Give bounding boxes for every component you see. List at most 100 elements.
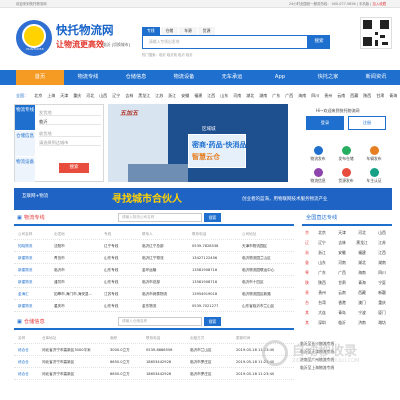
table-row[interactable]: 综合仓 河北省济宁市高新区3000平米 3000.0立方 0539-8686556 临沂…: [14, 344, 294, 356]
region-link[interactable]: 台湾: [312, 298, 332, 308]
city-link[interactable]: 江西: [207, 93, 215, 98]
city-link[interactable]: 上海: [47, 93, 55, 98]
table-cell[interactable]: 综合仓: [18, 356, 40, 368]
city-link[interactable]: 福建: [194, 93, 202, 98]
table-row[interactable]: 新建物流 潍坊市 山东专线 临沂市总部 13581908716 临沂市十四区: [14, 276, 294, 288]
city-link[interactable]: 西藏: [350, 93, 358, 98]
table-cell[interactable]: 新建物流: [18, 276, 48, 288]
region-link[interactable]: 甘肃: [332, 278, 352, 288]
partner-ad[interactable]: 互联网+物流 寻找城市合伙人 创业者的蓝海，用物联网技术服务物流产业: [14, 188, 392, 210]
table-cell[interactable]: 金海汇: [18, 288, 48, 300]
table-row[interactable]: 综合仓 河北省济宁市高新区 6650.0立方 18653442926 临沂市罗庄区 201…: [14, 368, 294, 380]
nav-news[interactable]: 新闻资讯: [352, 70, 400, 85]
city-link[interactable]: 山东: [220, 93, 228, 98]
table-cell[interactable]: 新建物流: [18, 252, 48, 264]
city-link[interactable]: 河南: [233, 93, 241, 98]
city-switch[interactable]: 临沂 [切换城市]: [103, 42, 130, 48]
region-link[interactable]: 贵州: [312, 288, 332, 298]
city-link[interactable]: 辽宁: [112, 93, 120, 98]
driver-verify-icon[interactable]: 车主认证: [360, 168, 388, 184]
publish-logistics-icon[interactable]: 物流发布: [304, 146, 332, 162]
tab-equipment[interactable]: 物流设备: [15, 157, 35, 182]
city-link[interactable]: 江苏: [155, 93, 163, 98]
search-tab-lines[interactable]: 专线: [142, 27, 160, 35]
city-link[interactable]: 吉林: [125, 93, 133, 98]
city-link[interactable]: 陕西: [363, 93, 371, 98]
table-row[interactable]: 新建物流 重庆市 山东专线 金东物流 0539-7021277 山东省临沂市兰山区: [14, 300, 294, 312]
region-link[interactable]: 大连: [312, 308, 332, 318]
from-field[interactable]: 临沂: [39, 118, 101, 125]
region-link[interactable]: 香港: [332, 298, 352, 308]
region-link[interactable]: 西藏: [352, 288, 372, 298]
register-button[interactable]: 注册: [348, 116, 386, 130]
search-tab-vehicle[interactable]: 车源: [179, 27, 197, 35]
table-cell[interactable]: 综合仓: [18, 368, 40, 380]
region-link[interactable]: 广东: [312, 268, 332, 278]
region-link[interactable]: 天津: [332, 228, 352, 238]
table-row[interactable]: 金海汇 如皋市,海门市,海安县... 江苏专线 临沂市润泰物流 13954919018 临…: [14, 288, 294, 300]
region-link[interactable]: 湖北: [352, 258, 372, 268]
region-link[interactable]: 青海: [352, 278, 372, 288]
region-link[interactable]: 济南: [352, 318, 372, 328]
city-link[interactable]: 北京: [34, 93, 42, 98]
publish-vehicle-icon[interactable]: 车辆发布: [360, 146, 388, 162]
city-link[interactable]: 湖南: [259, 93, 267, 98]
region-link[interactable]: 湖南: [372, 258, 392, 268]
quick-search-button[interactable]: 搜索: [59, 163, 89, 173]
search-tab-storage[interactable]: 仓储: [160, 27, 179, 35]
table-row[interactable]: 新建物流 青岛市 山东专线 临沂辽宁物流 13427122456 临沂物流园兰山区: [14, 252, 294, 264]
city-link[interactable]: 云南: [337, 93, 345, 98]
lines-search-input[interactable]: 请输入物流公司名称: [118, 213, 202, 222]
table-row[interactable]: 知晓物流 沈阳市 辽宁专线 临沂辽宁总部 0539-7828538 天津市物流园区: [14, 240, 294, 252]
region-link[interactable]: 临沂: [332, 318, 352, 328]
storage-search-input[interactable]: 请输入仓储名称: [118, 317, 202, 326]
lines-search-button[interactable]: 搜索: [204, 213, 221, 222]
region-link[interactable]: 广西: [332, 268, 352, 278]
nav-lines[interactable]: 物流专线: [64, 70, 112, 85]
city-link[interactable]: 安徽: [181, 93, 189, 98]
region-link[interactable]: 辽宁: [312, 238, 332, 248]
login-button[interactable]: 登录: [306, 116, 344, 130]
region-link[interactable]: 山西: [372, 228, 392, 238]
city-link[interactable]: 天津: [60, 93, 68, 98]
region-link[interactable]: 江西: [372, 248, 392, 258]
logo[interactable]: KUAITUO56: [16, 20, 52, 56]
city-link[interactable]: 河北: [86, 93, 94, 98]
city-link[interactable]: 浙江: [168, 93, 176, 98]
city-link[interactable]: 四川: [311, 93, 319, 98]
city-link[interactable]: 广西: [285, 93, 293, 98]
search-button[interactable]: 搜索: [308, 35, 330, 49]
region-link[interactable]: 陕西: [312, 278, 332, 288]
table-cell[interactable]: 新建物流: [18, 264, 48, 276]
region-link[interactable]: 宁波: [352, 308, 372, 318]
region-link[interactable]: 宁夏: [372, 278, 392, 288]
region-link[interactable]: 青岛: [332, 308, 352, 318]
region-link[interactable]: 深圳: [312, 318, 332, 328]
table-row[interactable]: 新建物流 临沂市 山东专线 金环运输 13581908716 临沂物流园联运中心: [14, 264, 294, 276]
region-link[interactable]: 北京: [312, 228, 332, 238]
nav-home-of-kt[interactable]: 快托之家: [304, 70, 352, 85]
city-link[interactable]: 甘肃: [376, 93, 384, 98]
region-link[interactable]: 新疆: [372, 288, 392, 298]
logistics-info-icon[interactable]: 物流信息: [304, 168, 332, 184]
city-link[interactable]: 青海: [389, 93, 397, 98]
publish-storage-icon[interactable]: 发布仓储: [332, 146, 360, 162]
region-link[interactable]: 河南: [332, 258, 352, 268]
mobile-link[interactable]: 手机版: [359, 2, 369, 6]
city-link[interactable]: 山西: [99, 93, 107, 98]
region-link[interactable]: 澳门: [352, 298, 372, 308]
region-link[interactable]: 云南: [332, 288, 352, 298]
region-link[interactable]: 安徽: [332, 248, 352, 258]
publish-cargo-icon[interactable]: 货源发布: [332, 168, 360, 184]
nav-carless[interactable]: 无车承运: [208, 70, 256, 85]
region-link[interactable]: 山东: [312, 258, 332, 268]
tab-storage[interactable]: 仓储信息: [15, 131, 35, 156]
region-link[interactable]: 吉林: [332, 238, 352, 248]
city-link[interactable]: 重庆: [73, 93, 81, 98]
favorite-link[interactable]: 加入收藏: [372, 2, 386, 6]
region-link[interactable]: 厦门: [372, 308, 392, 318]
table-row[interactable]: 综合仓 河北省济宁市高新区 6650.0立方 18653442926 临沂市罗庄区 201…: [14, 356, 294, 368]
region-link[interactable]: 重庆: [372, 298, 392, 308]
tab-lines[interactable]: 物流专线: [15, 105, 35, 130]
table-cell[interactable]: 知晓物流: [18, 240, 48, 252]
